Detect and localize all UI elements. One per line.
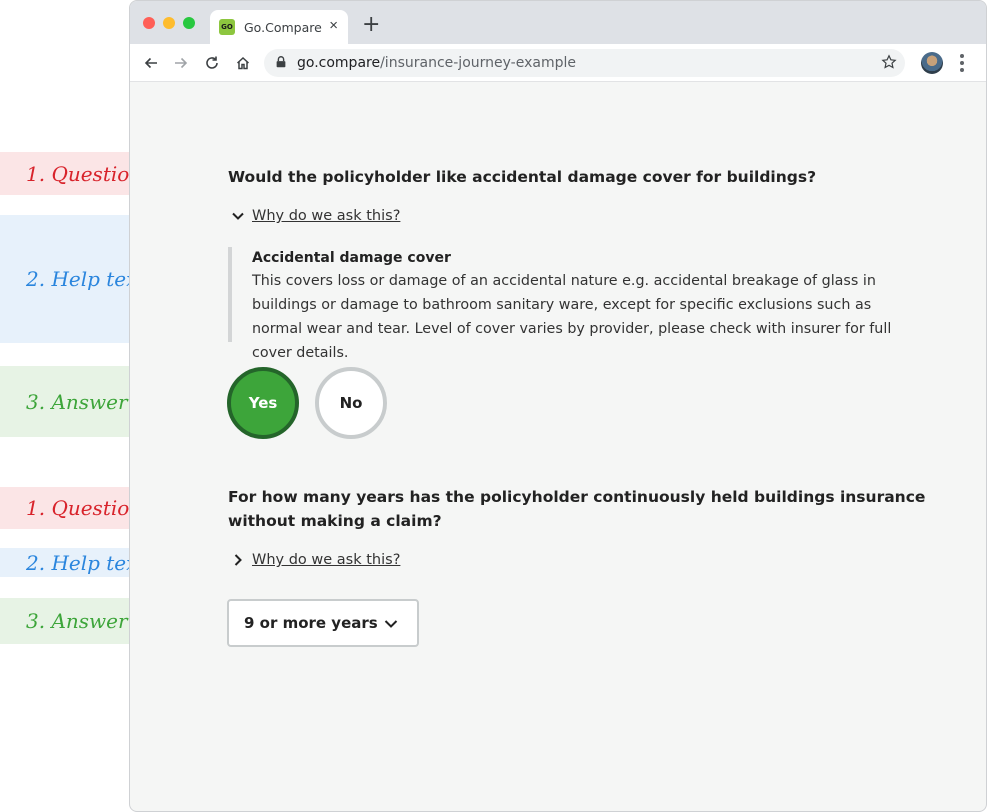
browser-window: GO Go.Compare × + go.compare/insurance-j… xyxy=(129,0,987,812)
tab-bar: GO Go.Compare × + xyxy=(130,1,986,44)
chevron-down-icon xyxy=(384,620,398,628)
browser-toolbar: go.compare/insurance-journey-example xyxy=(130,44,986,82)
chevron-right-icon xyxy=(234,554,242,566)
why-ask-toggle-2[interactable]: Why do we ask this? xyxy=(231,552,400,568)
lock-icon xyxy=(274,55,288,74)
close-window-button[interactable] xyxy=(143,17,155,29)
url-host: go.compare xyxy=(297,55,381,71)
url-text: go.compare/insurance-journey-example xyxy=(297,55,576,71)
no-button[interactable]: No xyxy=(315,367,387,439)
question-1-title: Would the policyholder like accidental d… xyxy=(228,168,817,186)
bookmark-star-icon[interactable] xyxy=(881,54,897,75)
chevron-down-icon xyxy=(232,212,244,220)
minimize-window-button[interactable] xyxy=(163,17,175,29)
more-menu-icon[interactable] xyxy=(960,54,964,72)
back-arrow-icon[interactable] xyxy=(141,53,161,73)
why-ask-toggle-1[interactable]: Why do we ask this? xyxy=(231,208,400,224)
gocompare-favicon-icon: GO xyxy=(219,19,235,35)
page-content: Would the policyholder like accidental d… xyxy=(130,83,986,811)
tab-title: Go.Compare xyxy=(244,19,322,35)
question-2-title-line2: without making a claim? xyxy=(228,512,442,530)
address-bar[interactable]: go.compare/insurance-journey-example xyxy=(264,49,905,77)
maximize-window-button[interactable] xyxy=(183,17,195,29)
home-icon[interactable] xyxy=(233,53,253,73)
years-no-claim-select[interactable]: 9 or more years xyxy=(227,599,419,647)
help-body: This covers loss or damage of an acciden… xyxy=(252,273,892,361)
help-title: Accidental damage cover xyxy=(252,250,451,266)
question-2-title: For how many years has the policyholder … xyxy=(228,485,925,533)
why-ask-label-2: Why do we ask this? xyxy=(252,552,401,568)
new-tab-button[interactable]: + xyxy=(362,14,380,36)
close-tab-icon[interactable]: × xyxy=(329,18,338,34)
reload-icon[interactable] xyxy=(202,53,222,73)
help-text-panel: Accidental damage cover This covers loss… xyxy=(228,247,898,361)
yes-button[interactable]: Yes xyxy=(227,367,299,439)
question-2-title-line1: For how many years has the policyholder … xyxy=(228,488,926,506)
browser-tab[interactable]: GO Go.Compare × xyxy=(210,10,348,44)
forward-arrow-icon[interactable] xyxy=(171,53,191,73)
url-path: /insurance-journey-example xyxy=(380,55,576,71)
why-ask-label-1: Why do we ask this? xyxy=(252,208,401,224)
select-value: 9 or more years xyxy=(244,614,378,632)
profile-avatar[interactable] xyxy=(921,52,943,74)
